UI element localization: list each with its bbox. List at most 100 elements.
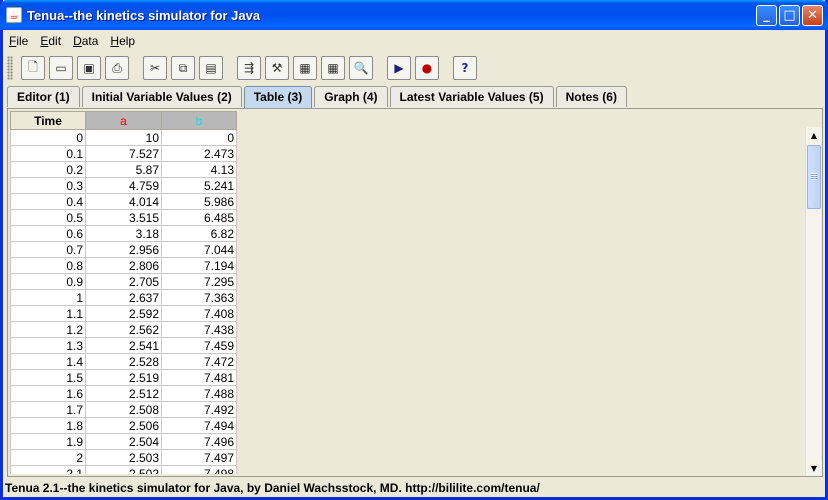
save-icon[interactable]: ▣ [77, 56, 101, 80]
table-row[interactable]: 1.2 2.562 7.438 [10, 321, 237, 338]
title-bar[interactable]: ☕ Tenua--the kinetics simulator for Java… [0, 0, 828, 30]
open-icon[interactable]: ▭ [49, 56, 73, 80]
value-cell[interactable]: 2.508 [85, 401, 162, 418]
time-cell[interactable]: 0.5 [10, 209, 86, 226]
minimize-button[interactable]: _ [756, 5, 777, 26]
time-cell[interactable]: 1.2 [10, 321, 86, 338]
value-cell[interactable]: 2.705 [85, 273, 162, 290]
table-row[interactable]: 0.5 3.515 6.485 [10, 209, 237, 226]
table-row[interactable]: 0.4 4.014 5.986 [10, 193, 237, 210]
time-cell[interactable]: 0.6 [10, 225, 86, 242]
value-cell[interactable]: 6.82 [161, 225, 237, 242]
column-header-b[interactable]: b [161, 111, 237, 130]
table-row[interactable]: 2.1 2.502 7.498 [10, 465, 237, 474]
value-cell[interactable]: 7.194 [161, 257, 237, 274]
paste-icon[interactable]: ▤ [199, 56, 223, 80]
time-cell[interactable]: 1.9 [10, 433, 86, 450]
copy-icon[interactable]: ⧉ [171, 56, 195, 80]
table-row[interactable]: 0.3 4.759 5.241 [10, 177, 237, 194]
column-header-a[interactable]: a [85, 111, 162, 130]
table-row[interactable]: 1.5 2.519 7.481 [10, 369, 237, 386]
cut-icon[interactable]: ✂ [143, 56, 167, 80]
value-cell[interactable]: 2.506 [85, 417, 162, 434]
time-cell[interactable]: 0.7 [10, 241, 86, 258]
time-cell[interactable]: 1.4 [10, 353, 86, 370]
time-cell[interactable]: 0.9 [10, 273, 86, 290]
value-cell[interactable]: 7.492 [161, 401, 237, 418]
value-cell[interactable]: 2.504 [85, 433, 162, 450]
value-cell[interactable]: 6.485 [161, 209, 237, 226]
run-icon[interactable]: ▶ [387, 56, 411, 80]
tab-initial-variable-values-2[interactable]: Initial Variable Values (2) [81, 86, 242, 107]
scroll-up-icon[interactable]: ▲ [806, 127, 822, 143]
value-cell[interactable]: 2.502 [85, 465, 162, 474]
value-cell[interactable]: 2.473 [161, 145, 237, 162]
time-cell[interactable]: 1.6 [10, 385, 86, 402]
time-cell[interactable]: 0.4 [10, 193, 86, 210]
step-icon[interactable]: ⇶ [237, 56, 261, 80]
table-row[interactable]: 1.3 2.541 7.459 [10, 337, 237, 354]
value-cell[interactable]: 7.527 [85, 145, 162, 162]
table-row[interactable]: 2 2.503 7.497 [10, 449, 237, 466]
value-cell[interactable]: 2.528 [85, 353, 162, 370]
time-cell[interactable]: 1.1 [10, 305, 86, 322]
value-cell[interactable]: 0 [161, 129, 237, 146]
table-row[interactable]: 1.4 2.528 7.472 [10, 353, 237, 370]
new-icon[interactable]: 🗋 [21, 56, 45, 80]
table-row[interactable]: 1.9 2.504 7.496 [10, 433, 237, 450]
value-cell[interactable]: 7.459 [161, 337, 237, 354]
table-row[interactable]: 1.1 2.592 7.408 [10, 305, 237, 322]
toolbar-grip-handle[interactable] [7, 56, 13, 80]
time-cell[interactable]: 1.7 [10, 401, 86, 418]
time-cell[interactable]: 1.3 [10, 337, 86, 354]
column-header-time[interactable]: Time [10, 111, 86, 130]
tab-graph-4[interactable]: Graph (4) [314, 86, 388, 107]
value-cell[interactable]: 7.494 [161, 417, 237, 434]
value-cell[interactable]: 2.806 [85, 257, 162, 274]
table-row[interactable]: 0.2 5.87 4.13 [10, 161, 237, 178]
table-row[interactable]: 0.9 2.705 7.295 [10, 273, 237, 290]
value-cell[interactable]: 7.488 [161, 385, 237, 402]
table-row[interactable]: 1.8 2.506 7.494 [10, 417, 237, 434]
table-row[interactable]: 0.8 2.806 7.194 [10, 257, 237, 274]
value-cell[interactable]: 7.472 [161, 353, 237, 370]
vertical-scrollbar[interactable]: ▲ ▼ [805, 127, 822, 476]
value-cell[interactable]: 7.496 [161, 433, 237, 450]
time-cell[interactable]: 1 [10, 289, 86, 306]
value-cell[interactable]: 2.592 [85, 305, 162, 322]
tab-latest-variable-values-5[interactable]: Latest Variable Values (5) [389, 86, 554, 107]
value-cell[interactable]: 4.13 [161, 161, 237, 178]
value-cell[interactable]: 5.986 [161, 193, 237, 210]
value-cell[interactable]: 7.363 [161, 289, 237, 306]
value-cell[interactable]: 7.408 [161, 305, 237, 322]
scroll-thumb[interactable] [807, 145, 821, 209]
table-row[interactable]: 0.7 2.956 7.044 [10, 241, 237, 258]
time-cell[interactable]: 0.1 [10, 145, 86, 162]
print-icon[interactable]: ⎙ [105, 56, 129, 80]
menu-help[interactable]: Help [110, 34, 135, 48]
value-cell[interactable]: 7.498 [161, 465, 237, 474]
value-cell[interactable]: 3.18 [85, 225, 162, 242]
maximize-button[interactable]: □ [779, 5, 800, 26]
value-cell[interactable]: 10 [85, 129, 162, 146]
value-cell[interactable]: 4.759 [85, 177, 162, 194]
table-row[interactable]: 1 2.637 7.363 [10, 289, 237, 306]
value-cell[interactable]: 2.956 [85, 241, 162, 258]
table-row[interactable]: 0 10 0 [10, 129, 237, 146]
time-cell[interactable]: 2 [10, 449, 86, 466]
value-cell[interactable]: 7.438 [161, 321, 237, 338]
time-cell[interactable]: 1.8 [10, 417, 86, 434]
time-cell[interactable]: 0.3 [10, 177, 86, 194]
tab-notes-6[interactable]: Notes (6) [555, 86, 627, 107]
help-icon[interactable]: ? [453, 56, 477, 80]
value-cell[interactable]: 2.637 [85, 289, 162, 306]
tab-editor-1[interactable]: Editor (1) [7, 86, 80, 107]
time-cell[interactable]: 0.2 [10, 161, 86, 178]
value-cell[interactable]: 5.87 [85, 161, 162, 178]
time-cell[interactable]: 1.5 [10, 369, 86, 386]
time-cell[interactable]: 2.1 [10, 465, 86, 474]
table-row[interactable]: 0.6 3.18 6.82 [10, 225, 237, 242]
value-cell[interactable]: 3.515 [85, 209, 162, 226]
find-icon[interactable]: 🔍 [349, 56, 373, 80]
value-cell[interactable]: 2.512 [85, 385, 162, 402]
